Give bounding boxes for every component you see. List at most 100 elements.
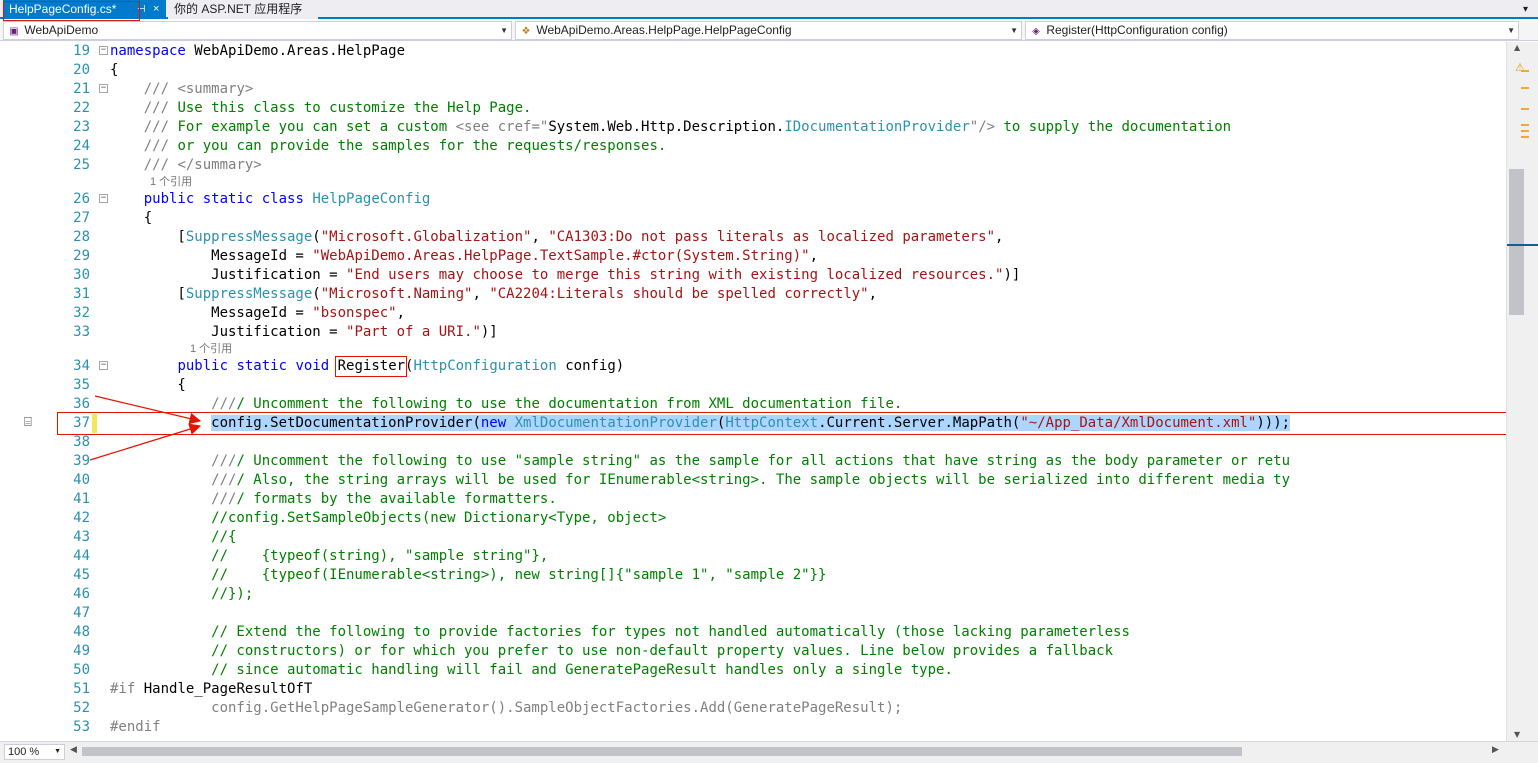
- code-line[interactable]: 19− namespace WebApiDemo.Areas.HelpPage: [0, 42, 1506, 61]
- code-line[interactable]: 46 //});: [0, 585, 1506, 604]
- code-text: {: [110, 210, 153, 226]
- code-line[interactable]: 24 /// or you can provide the samples fo…: [0, 137, 1506, 156]
- code-line[interactable]: 21− /// <summary>: [0, 80, 1506, 99]
- project-dropdown-label: WebApiDemo: [24, 23, 99, 37]
- line-number: 22: [73, 100, 90, 116]
- line-number: 52: [73, 700, 90, 716]
- change-marker: [1521, 136, 1529, 138]
- code-line[interactable]: 37 config.SetDocumentationProvider(new X…: [0, 414, 1506, 433]
- code-line[interactable]: 34− public static void Register(HttpConf…: [0, 357, 1506, 376]
- reference-count-label: 1 个引用: [150, 176, 193, 188]
- code-line[interactable]: 48 // Extend the following to provide fa…: [0, 623, 1506, 642]
- line-number: 39: [73, 453, 90, 469]
- code-line[interactable]: 28 [SuppressMessage("Microsoft.Globaliza…: [0, 228, 1506, 247]
- line-number: 35: [73, 377, 90, 393]
- code-line[interactable]: 31 [SuppressMessage("Microsoft.Naming", …: [0, 285, 1506, 304]
- chevron-down-icon: ▼: [1507, 26, 1515, 35]
- code-line[interactable]: 49 // constructors) or for which you pre…: [0, 642, 1506, 661]
- line-number: 37: [73, 415, 90, 431]
- collapse-icon[interactable]: −: [99, 84, 108, 93]
- line-number: 27: [73, 210, 90, 226]
- code-line[interactable]: 45 // {typeof(IEnumerable<string>), new …: [0, 566, 1506, 585]
- tab-app-readme[interactable]: 你的 ASP.NET 应用程序: [168, 0, 318, 19]
- change-marker: [1521, 108, 1529, 110]
- line-number: 21: [73, 81, 90, 97]
- scroll-down-icon[interactable]: ▼: [1514, 730, 1520, 739]
- quick-action-brush-icon[interactable]: ⌸: [24, 415, 32, 430]
- code-line[interactable]: 30 Justification = "End users may choose…: [0, 266, 1506, 285]
- code-line[interactable]: 22 /// Use this class to customize the H…: [0, 99, 1506, 118]
- project-dropdown[interactable]: ▣ WebApiDemo ▼: [3, 21, 512, 40]
- code-text: //{: [110, 529, 237, 545]
- pin-icon[interactable]: ⊣: [137, 0, 146, 19]
- code-line[interactable]: 29 MessageId = "WebApiDemo.Areas.HelpPag…: [0, 247, 1506, 266]
- code-line[interactable]: 38: [0, 433, 1506, 452]
- vertical-scroll-thumb[interactable]: [1509, 169, 1524, 315]
- code-text: config.GetHelpPageSampleGenerator().Samp…: [110, 700, 903, 716]
- code-text: // {typeof(IEnumerable<string>), new str…: [110, 567, 827, 583]
- line-number: 30: [73, 267, 90, 283]
- line-number: 24: [73, 138, 90, 154]
- reference-count-hint[interactable]: 1 个引用: [0, 342, 1506, 357]
- class-dropdown-label: WebApiDemo.Areas.HelpPage.HelpPageConfig: [536, 23, 792, 37]
- reference-count-hint[interactable]: 1 个引用: [0, 175, 1506, 190]
- line-number: 29: [73, 248, 90, 264]
- code-line[interactable]: 25 /// </summary>: [0, 156, 1506, 175]
- tab-list-dropdown-icon[interactable]: ▾: [1523, 0, 1528, 19]
- line-number: 31: [73, 286, 90, 302]
- line-number: 25: [73, 157, 90, 173]
- code-line[interactable]: 52 config.GetHelpPageSampleGenerator().S…: [0, 699, 1506, 718]
- code-text: // Extend the following to provide facto…: [110, 624, 1130, 640]
- code-text: /// <summary>: [143, 81, 254, 97]
- code-text: // constructors) or for which you prefer…: [110, 643, 1114, 659]
- line-number: 49: [73, 643, 90, 659]
- zoom-dropdown[interactable]: 100 % ▼: [4, 744, 65, 760]
- tab-app-readme-label: 你的 ASP.NET 应用程序: [174, 2, 303, 16]
- code-line[interactable]: 42 //config.SetSampleObjects(new Diction…: [0, 509, 1506, 528]
- code-line[interactable]: 35 {: [0, 376, 1506, 395]
- code-line[interactable]: 33 Justification = "Part of a URI.")]: [0, 323, 1506, 342]
- code-line[interactable]: 23 /// For example you can set a custom …: [0, 118, 1506, 137]
- line-number: 53: [73, 719, 90, 735]
- code-line[interactable]: 51 #if Handle_PageResultOfT: [0, 680, 1506, 699]
- editor-bottom-bar: 100 % ▼ ◀ ▶: [0, 741, 1538, 763]
- code-line[interactable]: 20 {: [0, 61, 1506, 80]
- collapse-icon[interactable]: −: [99, 361, 108, 370]
- code-line[interactable]: 26− public static class HelpPageConfig: [0, 190, 1506, 209]
- class-dropdown[interactable]: ❖ WebApiDemo.Areas.HelpPage.HelpPageConf…: [515, 21, 1022, 40]
- collapse-icon[interactable]: −: [99, 194, 108, 203]
- code-editor[interactable]: 19− namespace WebApiDemo.Areas.HelpPage 20…: [0, 42, 1506, 741]
- code-line[interactable]: 41 //// formats by the available formatt…: [0, 490, 1506, 509]
- code-line[interactable]: 36 //// Uncomment the following to use t…: [0, 395, 1506, 414]
- vertical-scrollbar[interactable]: ▲ ⚠ ▼: [1506, 42, 1538, 741]
- code-text: public static class HelpPageConfig: [143, 191, 431, 207]
- code-line[interactable]: 53 #endif: [0, 718, 1506, 737]
- line-number: 28: [73, 229, 90, 245]
- code-line[interactable]: 43 //{: [0, 528, 1506, 547]
- collapse-icon[interactable]: −: [99, 46, 108, 55]
- line-number: 51: [73, 681, 90, 697]
- code-line[interactable]: 27 {: [0, 209, 1506, 228]
- code-line[interactable]: 44 // {typeof(string), "sample string"},: [0, 547, 1506, 566]
- close-icon[interactable]: ×: [153, 0, 159, 19]
- scroll-left-icon[interactable]: ◀: [70, 745, 77, 755]
- line-number: 50: [73, 662, 90, 678]
- tab-helppageconfig[interactable]: HelpPageConfig.cs* ⊣ ×: [3, 0, 166, 19]
- code-text: {: [110, 62, 119, 78]
- code-line[interactable]: 39 //// Uncomment the following to use "…: [0, 452, 1506, 471]
- horizontal-scroll-thumb[interactable]: [82, 747, 1242, 756]
- code-line[interactable]: 50 // since automatic handling will fail…: [0, 661, 1506, 680]
- document-tab-strip: HelpPageConfig.cs* ⊣ × 你的 ASP.NET 应用程序 ▾: [0, 0, 1538, 21]
- code-line[interactable]: 40 //// Also, the string arrays will be …: [0, 471, 1506, 490]
- line-number: 33: [73, 324, 90, 340]
- code-line[interactable]: 47: [0, 604, 1506, 623]
- scroll-up-icon[interactable]: ▲: [1514, 43, 1520, 52]
- caret-position-marker: [1507, 244, 1538, 246]
- code-text: //// Also, the string arrays will be use…: [211, 472, 1291, 488]
- code-line[interactable]: 32 MessageId = "bsonspec",: [0, 304, 1506, 323]
- member-dropdown[interactable]: ◈ Register(HttpConfiguration config) ▼: [1025, 21, 1519, 40]
- change-marker: [1521, 87, 1529, 89]
- code-text: #endif: [110, 719, 161, 735]
- line-number: 48: [73, 624, 90, 640]
- scroll-right-icon[interactable]: ▶: [1492, 745, 1499, 755]
